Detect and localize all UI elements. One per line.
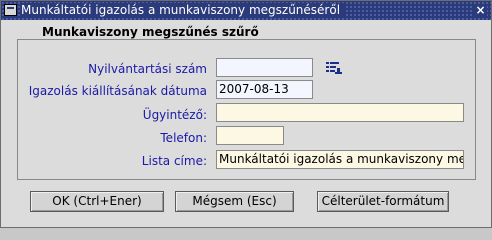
nyilvantartasi-szam-field[interactable] bbox=[216, 58, 313, 77]
telefon-label: Telefon: bbox=[160, 131, 207, 145]
title-bar[interactable]: Munkáltatói igazolás a munkaviszony megs… bbox=[1, 1, 491, 20]
form-window-icon bbox=[4, 4, 17, 16]
panel-title: Munkaviszony megszűnés szűrő bbox=[39, 25, 262, 39]
list-of-values-icon[interactable] bbox=[324, 59, 343, 76]
ok-button[interactable]: OK (Ctrl+Ener) bbox=[30, 191, 164, 212]
ugyintezo-label: Ügyintéző: bbox=[142, 108, 207, 122]
lista-cime-field[interactable]: Munkáltatói igazolás a munkaviszony megs… bbox=[216, 150, 464, 169]
lista-cime-label: Lista címe: bbox=[141, 154, 207, 168]
nyilvantartasi-szam-label: Nyilvántartási szám bbox=[88, 62, 207, 76]
cancel-button[interactable]: Mégsem (Esc) bbox=[175, 191, 294, 212]
target-format-button[interactable]: Célterület-formátum bbox=[317, 191, 449, 212]
igazolas-datum-field[interactable]: 2007-08-13 bbox=[216, 80, 313, 99]
window-title: Munkáltatói igazolás a munkaviszony megs… bbox=[21, 3, 347, 18]
dialog-window: Munkáltatói igazolás a munkaviszony megs… bbox=[0, 0, 492, 228]
ugyintezo-field[interactable] bbox=[216, 103, 464, 122]
igazolas-datum-label: Igazolás kiállításának dátuma bbox=[28, 84, 207, 98]
close-icon[interactable]: × bbox=[474, 4, 487, 16]
telefon-field[interactable] bbox=[216, 126, 284, 145]
